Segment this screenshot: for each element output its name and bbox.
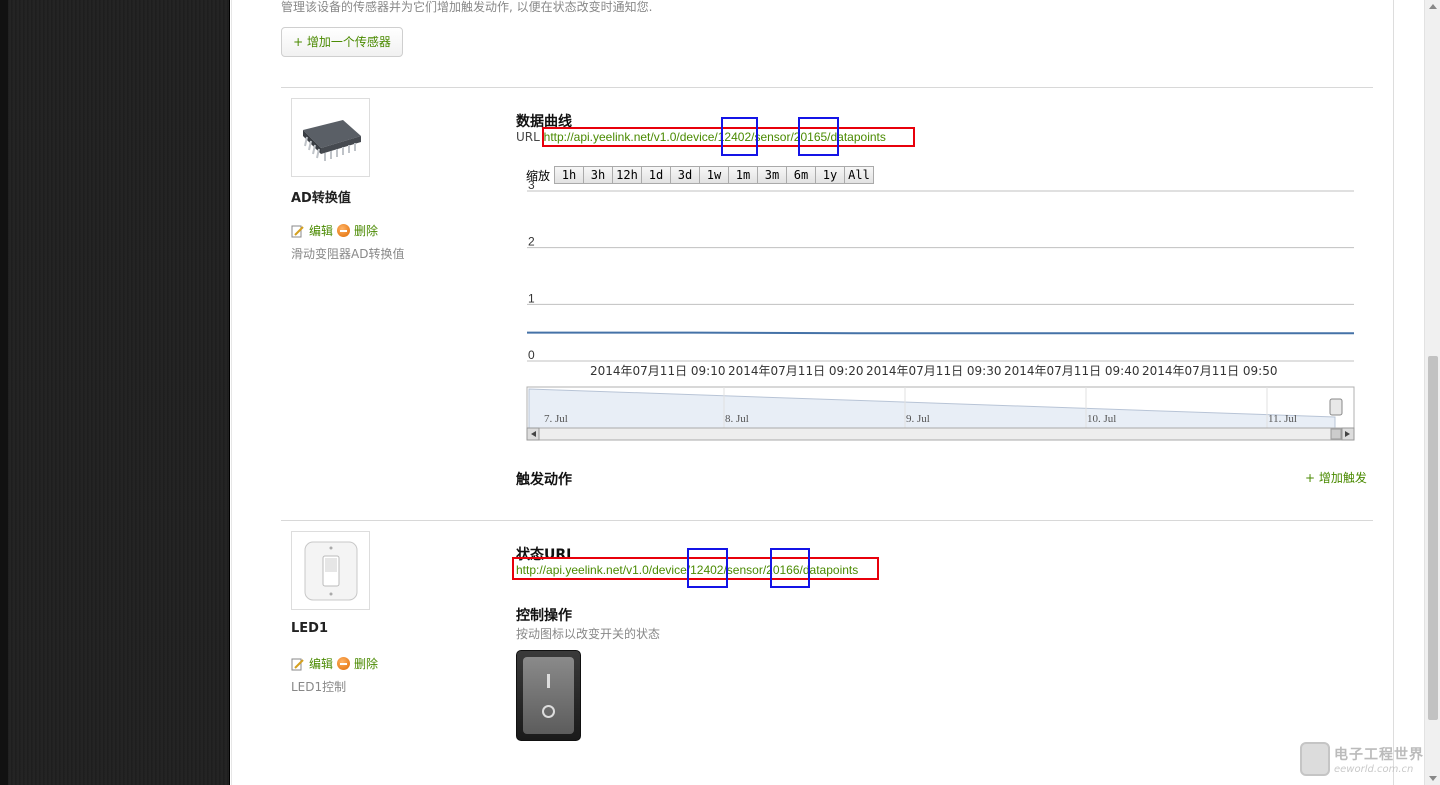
y-tick-label: 3 [528, 178, 535, 192]
add-sensor-button[interactable]: + 增加一个传感器 [281, 27, 403, 57]
divider [281, 520, 1373, 521]
sensor-line-chart: 01232014年07月11日 09:10 2014年07月11日 09:20 20… [526, 178, 1355, 441]
delete-icon[interactable] [337, 224, 351, 237]
chip-sensor-image [291, 98, 370, 177]
chip-icon [302, 119, 361, 161]
delete-icon[interactable] [337, 657, 351, 670]
scroll-up-icon[interactable] [1429, 4, 1437, 9]
on-mark-icon [547, 673, 550, 688]
edit-link[interactable]: 编辑 [309, 222, 333, 239]
x-tick-label: 2014年07月11日 09:30 [866, 364, 1001, 378]
add-trigger-link[interactable]: + 增加触发 [1305, 469, 1367, 486]
toggle-switch-button[interactable] [516, 650, 581, 741]
control-hint: 按动图标以改变开关的状态 [516, 627, 661, 641]
rocker-face [523, 657, 574, 734]
sensor-actions: 编辑 删除 [291, 222, 378, 239]
highlight-blue-box-sensor [770, 548, 810, 588]
navigator-label: 7. Jul [544, 413, 568, 425]
edit-link[interactable]: 编辑 [309, 655, 333, 672]
x-tick-label: 2014年07月11日 09:20 [728, 364, 863, 378]
trigger-title: 触发动作 [516, 472, 572, 488]
series-line [527, 331, 1354, 335]
light-switch-icon [304, 541, 357, 600]
navigator-label: 9. Jul [906, 413, 930, 425]
watermark-logo-icon [1300, 742, 1330, 776]
x-tick-label: 2014年07月11日 09:40 [1004, 364, 1139, 378]
dark-side-background [0, 0, 230, 785]
off-mark-icon [542, 704, 555, 718]
sensor-name: AD转换值 [291, 191, 351, 206]
x-tick-label: 2014年07月11日 09:50 [1142, 364, 1277, 378]
control-title: 控制操作 [516, 608, 572, 624]
divider [281, 87, 1373, 88]
x-tick-label: 2014年07月11日 09:10 [590, 364, 725, 378]
page-scrollbar[interactable] [1424, 0, 1440, 785]
watermark-cn: 电子工程世界 [1334, 746, 1424, 763]
intro-text: 管理该设备的传感器并为它们增加触发动作, 以便在状态改变时通知您. [281, 0, 653, 14]
y-tick-label: 0 [528, 348, 535, 362]
sensor-actions: 编辑 删除 [291, 655, 378, 672]
navigator-label: 10. Jul [1087, 413, 1116, 425]
switch-sensor-image [291, 531, 370, 610]
sensor-description: 滑动变阻器AD转换值 [291, 247, 405, 261]
navigator-label: 11. Jul [1268, 413, 1297, 425]
edit-icon[interactable] [291, 224, 305, 238]
sensor-management-page: 管理该设备的传感器并为它们增加触发动作, 以便在状态改变时通知您. + 增加一个… [231, 0, 1394, 785]
url-prefix: URL [516, 130, 540, 144]
highlight-blue-box-device [721, 117, 758, 156]
sensor-name: LED1 [291, 621, 329, 636]
navigator-handle [1329, 398, 1343, 416]
watermark: 电子工程世界 eeworld.com.cn [1300, 742, 1424, 776]
chart-scroll-thumb [1330, 428, 1342, 440]
edit-icon[interactable] [291, 657, 305, 671]
delete-link[interactable]: 删除 [354, 222, 378, 239]
y-tick-label: 1 [528, 291, 535, 305]
scroll-down-icon[interactable] [1429, 776, 1437, 781]
delete-link[interactable]: 删除 [354, 655, 378, 672]
highlight-blue-box-device [687, 548, 728, 588]
navigator-label: 8. Jul [725, 413, 749, 425]
highlight-blue-box-sensor [798, 117, 839, 156]
y-tick-label: 2 [528, 235, 535, 249]
watermark-en: eeworld.com.cn [1334, 763, 1414, 775]
scrollbar-thumb[interactable] [1428, 356, 1438, 720]
chart-scrollbar-track [526, 427, 1355, 441]
sensor-description: LED1控制 [291, 680, 347, 694]
